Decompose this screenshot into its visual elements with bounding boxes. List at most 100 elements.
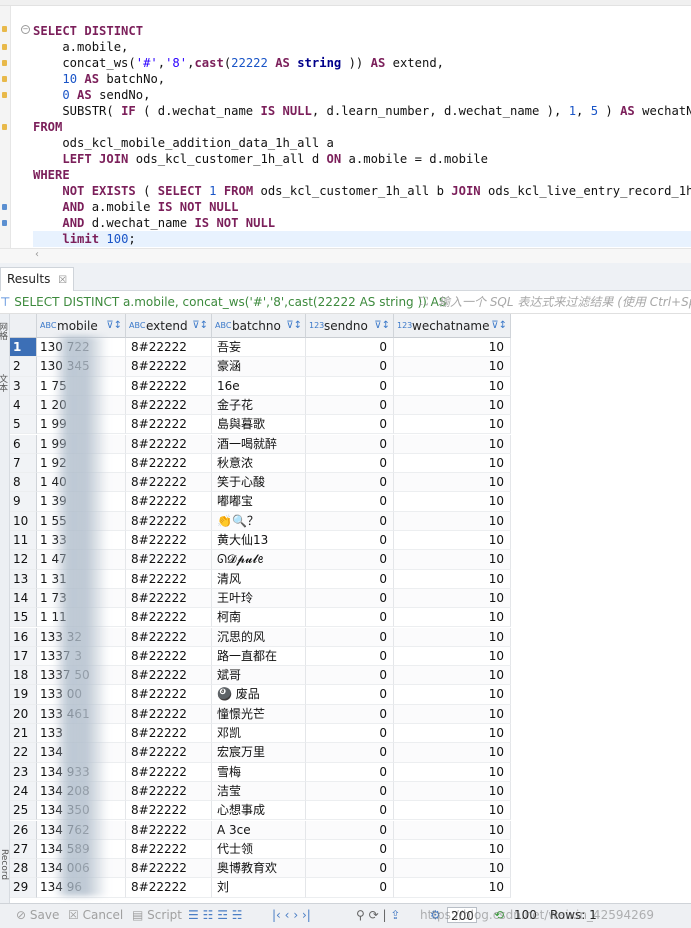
cell-sendno[interactable]: 0 <box>306 801 394 821</box>
cell-wechatname[interactable]: 10 <box>394 685 511 705</box>
cell-wechatname[interactable]: 10 <box>394 550 511 570</box>
cell-extend[interactable]: 8#22222 <box>126 376 212 396</box>
cell-extend[interactable]: 8#22222 <box>126 781 212 802</box>
table-row[interactable]: 17 1337 3 8#22222 路一直都在 0 10 <box>10 646 691 667</box>
row-number[interactable]: 22 <box>10 743 37 763</box>
row-number[interactable]: 8 <box>10 473 37 493</box>
cell-extend[interactable]: 8#22222 <box>126 588 212 609</box>
cell-batchno[interactable]: 心想事成 <box>212 801 306 821</box>
code-line[interactable]: LEFT JOIN ods_kcl_customer_1h_all d ON a… <box>33 151 691 167</box>
cell-batchno[interactable]: 柯南 <box>212 608 306 628</box>
table-row[interactable]: 51 99 8#22222 島與暮歌 0 10 <box>10 415 691 435</box>
cell-wechatname[interactable]: 10 <box>394 588 511 609</box>
cell-batchno[interactable]: 王叶玲 <box>212 588 306 609</box>
cell-mobile[interactable]: 1 99 <box>37 415 126 435</box>
cell-extend[interactable]: 8#22222 <box>126 492 212 512</box>
cell-batchno[interactable]: 代士领 <box>212 839 306 860</box>
cell-sendno[interactable]: 0 <box>306 376 394 396</box>
cell-mobile[interactable]: 1 47 <box>37 550 126 570</box>
cell-extend[interactable]: 8#22222 <box>126 569 212 589</box>
table-row[interactable]: 19 133 00 8#22222 🎱 废品 0 10 <box>10 685 691 705</box>
cell-extend[interactable]: 8#22222 <box>126 608 212 628</box>
cancel-button[interactable]: ☒ Cancel <box>68 904 123 926</box>
row-number[interactable]: 3 <box>10 376 37 396</box>
cell-mobile[interactable]: 133 461 <box>37 704 126 724</box>
close-icon[interactable]: ☒ <box>58 275 67 286</box>
code-line[interactable]: limit 100; <box>33 231 691 247</box>
row-number[interactable]: 2 <box>10 357 37 377</box>
row-number[interactable]: 6 <box>10 434 37 454</box>
cell-mobile[interactable]: 1 33 <box>37 531 126 551</box>
cell-extend[interactable]: 8#22222 <box>126 704 212 724</box>
cell-sendno[interactable]: 0 <box>306 569 394 589</box>
cell-mobile[interactable]: 130 722 <box>37 338 126 358</box>
edit-row-icon[interactable]: ☰ <box>188 908 199 922</box>
row-number[interactable]: 1 <box>10 338 37 358</box>
cell-mobile[interactable]: 1 39 <box>37 492 126 512</box>
cell-extend[interactable]: 8#22222 <box>126 473 212 493</box>
row-number[interactable]: 11 <box>10 531 37 551</box>
cell-mobile[interactable]: 133 32 <box>37 627 126 647</box>
cell-batchno[interactable]: 清风 <box>212 569 306 589</box>
row-number[interactable]: 25 <box>10 801 37 821</box>
code-line[interactable]: ods_kcl_mobile_addition_data_1h_all a <box>33 135 691 151</box>
row-number[interactable]: 16 <box>10 627 37 647</box>
nav-group[interactable]: |‹ ‹ › ›| <box>272 904 311 926</box>
cell-batchno[interactable]: A 3ce <box>212 820 306 840</box>
save-button[interactable]: ⊘ Save <box>16 904 59 926</box>
cell-batchno[interactable]: 沉思的风 <box>212 627 306 647</box>
cell-mobile[interactable]: 134 350 <box>37 801 126 821</box>
cell-mobile[interactable]: 134 762 <box>37 820 126 840</box>
cell-wechatname[interactable]: 10 <box>394 704 511 724</box>
cell-batchno[interactable]: 👏🔍？ <box>212 511 306 531</box>
cell-mobile[interactable]: 134 <box>37 743 126 763</box>
cell-extend[interactable]: 8#22222 <box>126 666 212 686</box>
column-header-mobile[interactable]: ABC mobile ⊽↕ <box>37 314 126 338</box>
table-row[interactable]: 28 134 006 8#22222 奥博教育欢 0 10 <box>10 859 691 879</box>
cell-batchno[interactable]: 刘 <box>212 878 306 898</box>
cell-sendno[interactable]: 0 <box>306 550 394 570</box>
cell-batchno[interactable]: 黄大仙13 <box>212 531 306 551</box>
row-number[interactable]: 15 <box>10 608 37 628</box>
cell-batchno[interactable]: 秋意浓 <box>212 453 306 474</box>
cell-wechatname[interactable]: 10 <box>394 801 511 821</box>
cell-wechatname[interactable]: 10 <box>394 473 511 493</box>
cell-batchno[interactable]: 斌哥 <box>212 666 306 686</box>
results-grid[interactable]: ABC mobile ⊽↕ ABC extend ⊽↕ ABC batchno ⊽↕ 123 sen… <box>10 314 691 907</box>
filter-input[interactable]: 输入一个 SQL 表达式来过滤结果 (使用 Ctrl+Sp <box>438 291 691 313</box>
row-number[interactable]: 13 <box>10 569 37 589</box>
code-line[interactable]: 0 AS sendNo, <box>33 87 691 103</box>
cell-batchno[interactable]: 雪梅 <box>212 762 306 782</box>
cell-sendno[interactable]: 0 <box>306 762 394 782</box>
cell-extend[interactable]: 8#22222 <box>126 395 212 416</box>
next-page-icon[interactable]: › <box>293 908 298 922</box>
cell-batchno[interactable]: 吾妄 <box>212 338 306 358</box>
cell-extend[interactable]: 8#22222 <box>126 820 212 840</box>
cell-mobile[interactable]: 1 40 <box>37 473 126 493</box>
table-row[interactable]: 26 134 762 8#22222 A 3ce 0 10 <box>10 820 691 840</box>
column-header-batchno[interactable]: ABC batchno ⊽↕ <box>212 314 306 338</box>
cell-sendno[interactable]: 0 <box>306 434 394 454</box>
cell-wechatname[interactable]: 10 <box>394 357 511 377</box>
code-line[interactable]: SUBSTR( IF ( d.wechat_name IS NULL, d.le… <box>33 103 691 119</box>
cell-extend[interactable]: 8#22222 <box>126 453 212 474</box>
cell-batchno[interactable]: 🎱 废品 <box>212 685 306 705</box>
cell-mobile[interactable]: 1 31 <box>37 569 126 589</box>
cell-extend[interactable]: 8#22222 <box>126 531 212 551</box>
cell-mobile[interactable]: 1 99 <box>37 434 126 454</box>
cell-wechatname[interactable]: 10 <box>394 395 511 416</box>
cell-wechatname[interactable]: 10 <box>394 666 511 686</box>
cell-sendno[interactable]: 0 <box>306 724 394 744</box>
row-number[interactable]: 9 <box>10 492 37 512</box>
column-header-wechatname[interactable]: 123 wechatname ⊽↕ <box>394 314 511 338</box>
sort-filter-icon[interactable]: ⊽↕ <box>192 314 208 337</box>
sort-filter-icon[interactable]: ⊽↕ <box>374 314 390 337</box>
cell-mobile[interactable]: 134 208 <box>37 781 126 802</box>
cell-extend[interactable]: 8#22222 <box>126 511 212 531</box>
table-row[interactable]: 91 39 8#22222 嘟嘟宝 0 10 <box>10 492 691 512</box>
refresh-icon[interactable]: ⟳ <box>369 908 379 922</box>
cell-wechatname[interactable]: 10 <box>394 762 511 782</box>
sort-filter-icon[interactable]: ⊽↕ <box>106 314 122 337</box>
cell-wechatname[interactable]: 10 <box>394 492 511 512</box>
table-row[interactable]: 22 134 8#22222 宏宸万里 0 10 <box>10 743 691 763</box>
